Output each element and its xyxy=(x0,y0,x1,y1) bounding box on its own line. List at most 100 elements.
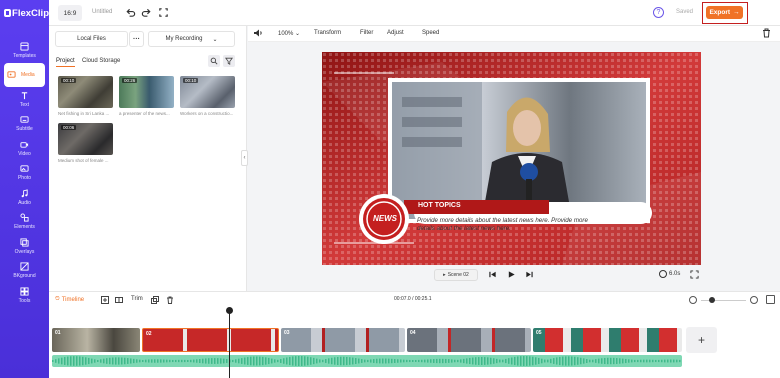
aspect-ratio-button[interactable]: 16:9 xyxy=(58,5,82,21)
split-icon[interactable] xyxy=(115,296,123,304)
tab-project[interactable]: Project xyxy=(56,58,75,67)
export-highlight: Export → xyxy=(702,2,748,24)
sidebar-item-label: Text xyxy=(19,101,30,108)
my-recording-dropdown[interactable]: My Recording ⌄ xyxy=(148,31,235,47)
scene-duration[interactable]: 6.0s xyxy=(659,270,680,278)
media-panel: Local Files ··· My Recording ⌄ Project C… xyxy=(49,26,247,291)
filter-button[interactable]: Filter xyxy=(360,30,373,36)
zoom-value: 100% xyxy=(278,31,294,37)
playhead[interactable] xyxy=(229,309,230,378)
timeline-label: Timeline xyxy=(61,296,85,303)
sidebar-item-text[interactable]: Text xyxy=(4,87,45,112)
add-media-icon[interactable] xyxy=(101,296,109,304)
news-background xyxy=(322,52,701,265)
delete-icon[interactable] xyxy=(166,296,174,304)
playhead-handle[interactable] xyxy=(226,307,233,314)
search-icon[interactable] xyxy=(208,55,220,67)
tab-cloud-storage[interactable]: Cloud Storage xyxy=(82,58,120,64)
play-icon[interactable] xyxy=(507,270,516,279)
zoom-in-icon[interactable] xyxy=(750,296,758,304)
video-icon xyxy=(20,140,29,149)
scene-selector[interactable]: ▸ Scene 02 xyxy=(434,269,478,281)
collapse-panel-button[interactable]: ‹ xyxy=(241,150,248,166)
clock-icon xyxy=(659,270,667,278)
adjust-button[interactable]: Adjust xyxy=(387,30,404,36)
chevron-left-icon: ‹ xyxy=(243,155,246,161)
filter-icon[interactable] xyxy=(223,55,235,67)
volume-icon[interactable] xyxy=(253,28,263,40)
hot-topics-label: HOT TOPICS xyxy=(418,202,461,209)
add-scene-button[interactable]: + xyxy=(686,327,717,353)
zoom-slider-handle[interactable] xyxy=(709,297,715,303)
media-thumbnail[interactable]: 00:10 xyxy=(58,76,113,108)
duration-badge: 00:10 xyxy=(183,78,199,83)
sidebar-item-templates[interactable]: Templates xyxy=(4,38,45,63)
previous-icon[interactable] xyxy=(488,270,497,279)
news-badge: NEWS xyxy=(373,214,397,223)
timeline-clip[interactable]: 04 xyxy=(407,328,531,352)
sidebar-item-media[interactable]: Media xyxy=(4,62,45,87)
clip-number: 05 xyxy=(536,330,542,336)
media-thumbnail[interactable]: 00:26 xyxy=(119,76,174,108)
sidebar-item-background[interactable]: BKground xyxy=(4,259,45,284)
sidebar-item-audio[interactable]: Audio xyxy=(4,185,45,210)
arrow-right-icon: → xyxy=(733,9,740,16)
news-body-text: Provide more details about the latest ne… xyxy=(417,217,588,232)
sidebar: FlexClip Templates Media Text Subtitle V… xyxy=(0,0,49,378)
media-thumbnail[interactable]: 00:06 xyxy=(58,123,113,155)
timeline-clip[interactable]: 01 xyxy=(52,328,140,352)
timeline-clip[interactable]: 05 xyxy=(533,328,682,352)
fullscreen-preview-icon[interactable] xyxy=(690,270,699,279)
project-name-field[interactable]: Untitled xyxy=(92,9,112,15)
sidebar-item-subtitle[interactable]: Subtitle xyxy=(4,112,45,137)
logo-mark-icon xyxy=(4,9,12,17)
export-button[interactable]: Export → xyxy=(706,6,743,19)
fullscreen-icon[interactable] xyxy=(158,7,169,18)
zoom-slider-track[interactable] xyxy=(701,299,746,301)
timeline-clip[interactable]: 03 xyxy=(281,328,405,352)
next-icon[interactable] xyxy=(525,270,534,279)
timeline-clip-selected[interactable]: 02 xyxy=(142,328,279,352)
fit-timeline-icon[interactable] xyxy=(766,295,775,304)
more-options-button[interactable]: ··· xyxy=(129,31,144,47)
sidebar-item-elements[interactable]: Elements xyxy=(4,210,45,235)
local-files-button[interactable]: Local Files xyxy=(55,31,128,47)
sidebar-item-label: Subtitle xyxy=(16,126,33,133)
speed-button[interactable]: Speed xyxy=(422,30,439,36)
trash-icon[interactable] xyxy=(762,28,771,40)
sidebar-item-label: Audio xyxy=(18,199,31,206)
undo-icon[interactable] xyxy=(125,7,136,18)
sidebar-item-tools[interactable]: Tools xyxy=(4,283,45,308)
media-thumbnail[interactable]: 00:10 xyxy=(180,76,235,108)
sidebar-item-video[interactable]: Video xyxy=(4,136,45,161)
clip-number: 04 xyxy=(410,330,416,336)
chevron-down-icon: ⌄ xyxy=(295,31,301,37)
subtitle-icon xyxy=(20,115,29,124)
transform-button[interactable]: Transform xyxy=(314,30,341,36)
clip-number: 03 xyxy=(284,330,290,336)
timeline-toggle[interactable]: ⏲ Timeline xyxy=(55,296,84,303)
app-logo[interactable]: FlexClip xyxy=(0,0,49,26)
trim-button[interactable]: Trim xyxy=(131,296,143,302)
audio-track[interactable] xyxy=(52,355,682,367)
overlays-icon xyxy=(20,238,29,247)
duplicate-icon[interactable] xyxy=(151,296,159,304)
background-icon xyxy=(20,262,29,271)
text-icon xyxy=(20,91,29,100)
playback-controls: ▸ Scene 02 6.0s xyxy=(248,268,780,284)
sidebar-item-label: Photo xyxy=(17,175,32,182)
saved-status: Saved xyxy=(676,9,694,15)
video-preview[interactable]: HOT TOPICS NEWS Provide more details abo… xyxy=(322,52,701,265)
sidebar-item-label: BKground xyxy=(13,273,36,280)
duration-badge: 00:26 xyxy=(122,78,138,83)
zoom-out-icon[interactable] xyxy=(689,296,697,304)
help-icon[interactable]: ? xyxy=(653,7,664,18)
sidebar-item-overlays[interactable]: Overlays xyxy=(4,234,45,259)
scene-label: Scene 02 xyxy=(447,272,469,278)
redo-icon[interactable] xyxy=(141,7,152,18)
zoom-dropdown[interactable]: 100% ⌄ xyxy=(278,30,300,37)
clip-number: 01 xyxy=(55,330,61,336)
sidebar-item-photo[interactable]: Photo xyxy=(4,161,45,186)
sidebar-item-label: Tools xyxy=(18,297,31,304)
export-label: Export xyxy=(709,9,731,16)
